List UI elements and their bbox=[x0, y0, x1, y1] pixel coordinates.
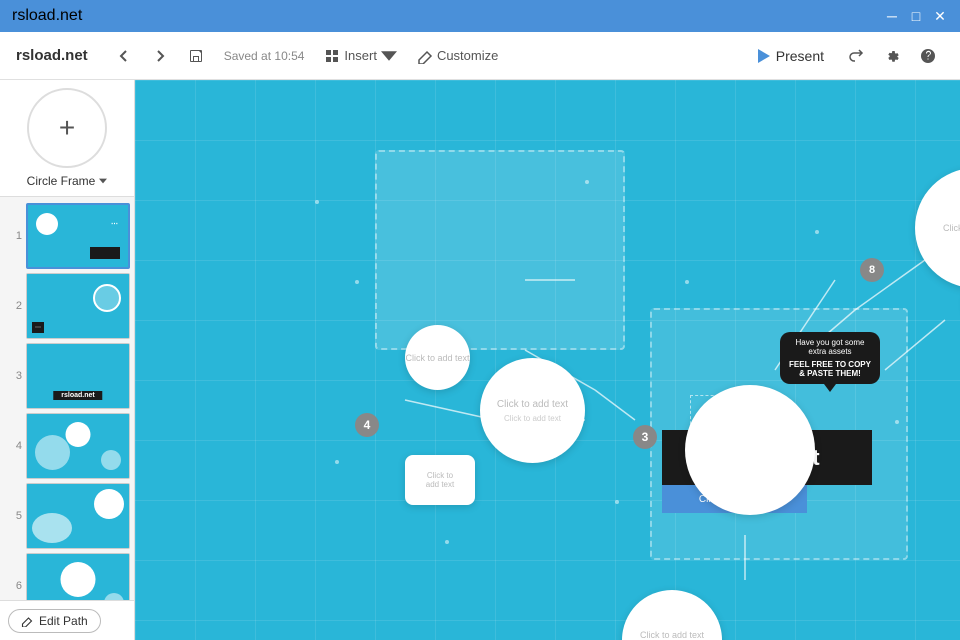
slide-number-5: 5 bbox=[4, 510, 22, 522]
thumb-content-6 bbox=[27, 554, 129, 600]
toolbar: rsload.net Saved at 10:54 Insert Customi… bbox=[0, 32, 960, 80]
circle-node-center[interactable]: Click to add text Click to add text bbox=[480, 358, 585, 463]
maximize-button[interactable]: □ bbox=[908, 8, 924, 24]
slide-number-6: 6 bbox=[4, 580, 22, 592]
add-text-label: Click to add text bbox=[405, 353, 469, 363]
main-layout: + Circle Frame 1 ⋯ bbox=[0, 80, 960, 640]
bubble-text-2: FEEL FREE TO COPY& PASTE THEM! bbox=[788, 360, 872, 378]
insert-button[interactable]: Insert bbox=[316, 42, 405, 70]
save-button[interactable] bbox=[180, 42, 212, 70]
slide-number-3: 3 bbox=[4, 370, 22, 382]
edit-path-button[interactable]: Edit Path bbox=[8, 609, 101, 633]
saved-status: Saved at 10:54 bbox=[224, 49, 305, 63]
speech-bubble[interactable]: Have you got some extra assets FEEL FREE… bbox=[780, 332, 880, 384]
circle-node-bottom[interactable]: Click to add text Click to add text bbox=[622, 590, 722, 640]
canvas[interactable]: 4 3 8 Click to add text Click toadd text… bbox=[135, 80, 960, 640]
thumb-content-4 bbox=[27, 414, 129, 478]
play-icon bbox=[758, 49, 770, 63]
thumb-row-1: 1 ⋯ bbox=[0, 201, 134, 271]
circle-node-main[interactable] bbox=[685, 385, 815, 515]
thumb-row-4: 4 bbox=[0, 411, 134, 481]
add-text-label-2: Click toadd text bbox=[426, 471, 454, 489]
add-text-topright: Click to add text bbox=[939, 218, 960, 239]
slide-thumb-5[interactable] bbox=[26, 483, 130, 549]
close-button[interactable]: ✕ bbox=[932, 8, 948, 24]
frame-type-select[interactable]: Circle Frame bbox=[27, 174, 108, 188]
slide-number-1: 1 bbox=[4, 230, 22, 242]
thumb-content-3: rsload.net bbox=[27, 344, 129, 408]
step-badge-8: 8 bbox=[860, 258, 884, 282]
help-button[interactable] bbox=[912, 42, 944, 70]
slide-thumb-6[interactable] bbox=[26, 553, 130, 600]
settings-button[interactable] bbox=[876, 42, 908, 70]
edit-path-icon bbox=[21, 615, 33, 627]
bubble-text-1: Have you got some extra assets bbox=[788, 338, 872, 356]
dot bbox=[335, 460, 339, 464]
minimize-button[interactable]: ─ bbox=[884, 8, 900, 24]
slide-number-2: 2 bbox=[4, 300, 22, 312]
thumb-row-3: 3 rsload.net bbox=[0, 341, 134, 411]
main-add-text-sub: Click to add text bbox=[497, 414, 568, 423]
back-button[interactable] bbox=[108, 42, 140, 70]
step-badge-3: 3 bbox=[633, 425, 657, 449]
circle-node-topleft[interactable]: Click to add text bbox=[405, 325, 470, 390]
thumb-content-2: ⋯ bbox=[27, 274, 129, 338]
app-logo: rsload.net bbox=[16, 47, 88, 64]
circle-frame-preview[interactable]: + bbox=[27, 88, 107, 168]
step-badge-4: 4 bbox=[355, 413, 379, 437]
frame-selector: + Circle Frame bbox=[0, 80, 134, 197]
slide-number-4: 4 bbox=[4, 440, 22, 452]
forward-button[interactable] bbox=[144, 42, 176, 70]
dot bbox=[615, 500, 619, 504]
dot bbox=[815, 230, 819, 234]
slide-thumb-4[interactable] bbox=[26, 413, 130, 479]
customize-button[interactable]: Customize bbox=[409, 42, 506, 70]
bottom-circle-text: Click to add text bbox=[640, 630, 704, 640]
thumb-content-5 bbox=[27, 484, 129, 548]
dot bbox=[315, 200, 319, 204]
dot bbox=[445, 540, 449, 544]
bottom-bar: Edit Path bbox=[0, 600, 134, 640]
thumb-row-6: 6 bbox=[0, 551, 134, 600]
main-add-text: Click to add text bbox=[497, 399, 568, 410]
thumb-row-2: 2 ⋯ bbox=[0, 271, 134, 341]
left-panel: + Circle Frame 1 ⋯ bbox=[0, 80, 135, 640]
titlebar: rsload.net ─ □ ✕ bbox=[0, 0, 960, 32]
titlebar-controls: ─ □ ✕ bbox=[884, 8, 948, 24]
thumb-row-5: 5 bbox=[0, 481, 134, 551]
titlebar-title: rsload.net bbox=[12, 7, 82, 25]
thumb-content-1: ⋯ bbox=[28, 205, 128, 267]
circle-node-topright-large[interactable]: Click to add text bbox=[915, 168, 960, 288]
main-slide-frame bbox=[375, 150, 625, 350]
present-button[interactable]: Present bbox=[746, 42, 836, 70]
slide-thumb-2[interactable]: ⋯ bbox=[26, 273, 130, 339]
dot bbox=[685, 280, 689, 284]
slide-node-bottomleft[interactable]: Click toadd text bbox=[405, 455, 475, 505]
slide-thumbnails: 1 ⋯ 2 ⋯ bbox=[0, 197, 134, 600]
slide-thumb-1[interactable]: ⋯ bbox=[26, 203, 130, 269]
dot bbox=[355, 280, 359, 284]
slide-thumb-3[interactable]: rsload.net bbox=[26, 343, 130, 409]
share-button[interactable] bbox=[840, 42, 872, 70]
add-icon: + bbox=[59, 112, 75, 144]
